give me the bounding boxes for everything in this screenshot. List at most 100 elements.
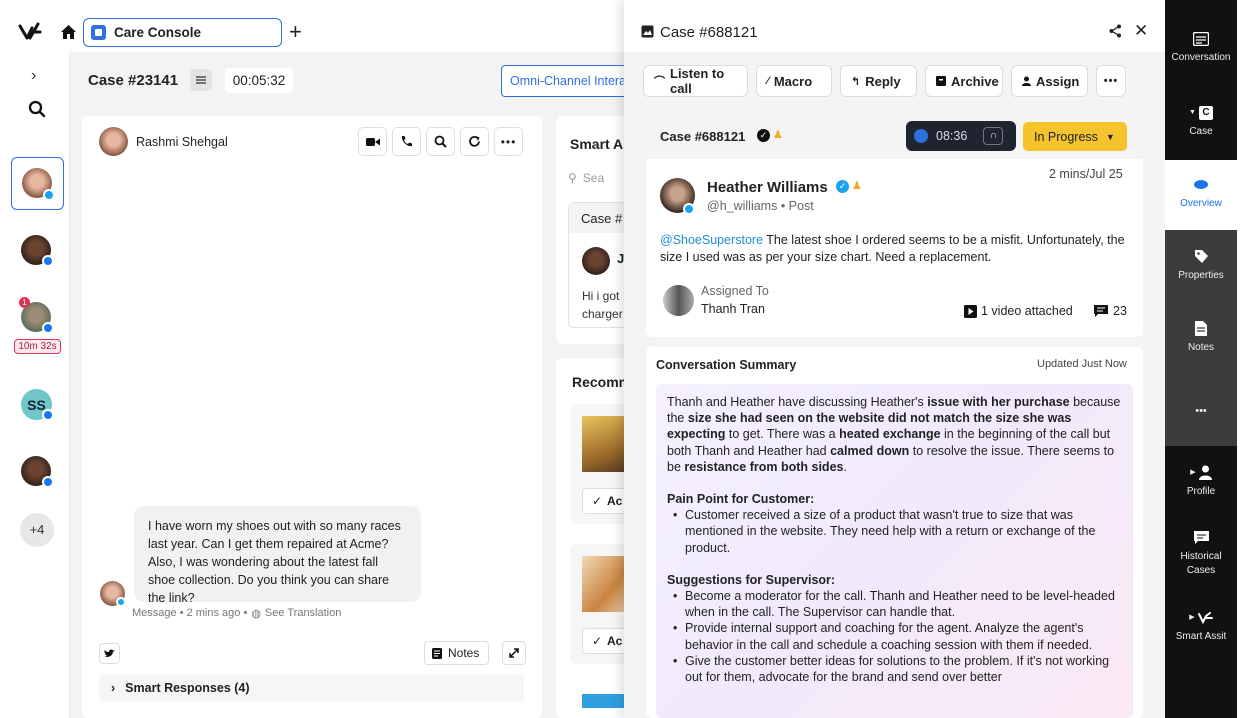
assign-label: Assign (1036, 73, 1080, 89)
facebook-badge-icon (42, 322, 54, 334)
close-icon[interactable]: ✕ (1134, 22, 1148, 39)
tag-icon (1194, 249, 1209, 264)
facebook-badge-icon (42, 255, 54, 267)
nav-case[interactable]: ▼ C Case (1165, 106, 1237, 139)
case-title: Case #23141 (88, 72, 179, 89)
assignee-name: Thanh Tran (701, 302, 765, 316)
conversation-item-active[interactable] (11, 157, 64, 210)
user-icon (1022, 76, 1031, 86)
headset-icon[interactable]: ∩ (983, 127, 1004, 145)
mention-link[interactable]: @ShoeSuperstore (660, 233, 763, 247)
listen-to-call-button[interactable]: ⌒ Listen to call (643, 65, 748, 97)
conversation-item[interactable] (21, 235, 54, 267)
search-chat-button[interactable] (426, 127, 455, 156)
comment-count-value: 23 (1113, 304, 1127, 318)
reply-button[interactable]: ↰ Reply (840, 65, 917, 97)
nav-properties[interactable]: Properties (1165, 249, 1237, 283)
more-options-button[interactable]: ••• (494, 127, 523, 156)
call-timer-widget[interactable]: 08:36 ∩ (906, 121, 1016, 151)
share-icon[interactable] (1109, 24, 1122, 38)
smart-search-placeholder: Sea (582, 171, 605, 185)
phone-call-button[interactable] (392, 127, 421, 156)
nav-overview[interactable]: Overview (1165, 160, 1237, 230)
video-call-button[interactable] (358, 127, 387, 156)
nav-label: Conversation (1171, 52, 1231, 63)
twitter-channel-icon[interactable] (99, 643, 120, 664)
macro-button[interactable]: ⁄ Macro (756, 65, 832, 97)
summary-highlight: issue with her purchase (927, 395, 1070, 409)
archive-label: Archive (951, 73, 999, 89)
post-user-handle: @h_williams • Post (707, 199, 814, 213)
case-menu-icon[interactable] (190, 69, 212, 91)
nav-smart-assist[interactable]: ▶ Smart Assit (1165, 611, 1237, 644)
chevron-down-icon: ▼ (1105, 131, 1115, 142)
brand-logo-icon[interactable] (18, 22, 42, 42)
post-case-id: Case #688121 (660, 129, 746, 144)
refresh-button[interactable] (460, 127, 489, 156)
comment-count[interactable]: 23 (1094, 304, 1127, 318)
video-label: 1 video attached (981, 304, 1073, 318)
notes-button[interactable]: Notes (424, 641, 489, 665)
post-text: @ShoeSuperstore The latest shoe I ordere… (660, 232, 1135, 266)
conversation-item[interactable]: 1 (19, 297, 55, 336)
summary-title: Conversation Summary (656, 358, 797, 372)
right-nav: Conversation ▼ C Case Overview Properties… (1165, 0, 1237, 718)
more-conversations-button[interactable]: +4 (20, 513, 54, 547)
add-tab-icon[interactable]: + (289, 21, 302, 43)
nav-label: Overview (1180, 198, 1222, 209)
home-icon[interactable] (60, 24, 77, 40)
post-time: 2 mins/Jul 25 (1049, 167, 1123, 181)
nav-conversation[interactable]: Conversation (1165, 32, 1237, 65)
archive-icon (936, 76, 946, 86)
ellipsis-icon: ••• (500, 134, 517, 149)
assign-button[interactable]: Assign (1011, 65, 1088, 97)
audio-wave-icon (914, 129, 928, 143)
verified-icon: ✓ (757, 129, 770, 142)
timer-badge: 10m 32s (14, 339, 61, 354)
status-label: In Progress (1034, 129, 1098, 144)
status-dropdown[interactable]: In Progress ▼ (1023, 122, 1127, 151)
nav-historical-cases[interactable]: Historical Cases (1165, 531, 1237, 578)
ellipsis-icon: ••• (1103, 75, 1119, 87)
search-icon[interactable] (28, 100, 46, 118)
summary-highlight: calmed down (830, 443, 910, 458)
summary-body: Thanh and Heather have discussing Heathe… (656, 384, 1133, 718)
archive-button[interactable]: Archive (925, 65, 1003, 97)
summary-updated: Updated Just Now (1037, 358, 1127, 370)
omni-channel-button[interactable]: Omni-Channel Intera (501, 65, 631, 97)
nav-more[interactable]: ••• (1165, 404, 1237, 418)
conversation-item[interactable]: SS (21, 389, 54, 421)
twitter-badge-icon (683, 203, 695, 215)
panel-more-button[interactable]: ••• (1096, 65, 1126, 97)
case-header: Case #23141 00:05:32 Omni-Channel Intera (70, 52, 631, 110)
conversation-item[interactable] (21, 456, 54, 488)
see-translation-link[interactable]: See Translation (265, 607, 341, 620)
console-icon (91, 25, 106, 40)
notes-label: Notes (448, 646, 480, 660)
case-workspace: Rashmi Shehgal ••• I have worn my shoes … (70, 110, 642, 718)
nav-label: Case (1189, 126, 1213, 137)
smart-responses-toggle[interactable]: › Smart Responses (4) (99, 674, 524, 702)
tab-care-console[interactable]: Care Console (83, 18, 282, 47)
video-icon (365, 137, 380, 147)
eye-icon (1194, 180, 1208, 189)
nav-label: Profile (1186, 486, 1216, 497)
smart-responses-label: Smart Responses (4) (125, 681, 250, 695)
expand-icon[interactable] (502, 641, 526, 665)
refresh-icon (468, 135, 481, 148)
nav-label: Cases (1186, 565, 1216, 576)
suggestion-item: Become a moderator for the call. Thanh a… (667, 588, 1122, 620)
chat-message-bubble: I have worn my shoes out with so many ra… (134, 506, 421, 605)
nav-profile[interactable]: ▶ Profile (1165, 465, 1237, 499)
video-attachment[interactable]: 1 video attached (964, 304, 1073, 318)
panel-title: Case #688121 (660, 24, 758, 41)
expand-chevron-icon[interactable]: › (31, 67, 36, 85)
pain-point-title: Pain Point for Customer: (667, 492, 815, 507)
nav-notes[interactable]: Notes (1165, 321, 1237, 355)
play-icon (964, 304, 977, 318)
summary-highlight: heated exchange (839, 427, 941, 442)
chat-user-name: Rashmi Shehgal (136, 135, 228, 149)
reply-icon: ↰ (851, 75, 861, 88)
summary-text: to get. There was a (728, 427, 836, 442)
smart-assist-title: Smart A (570, 136, 624, 152)
